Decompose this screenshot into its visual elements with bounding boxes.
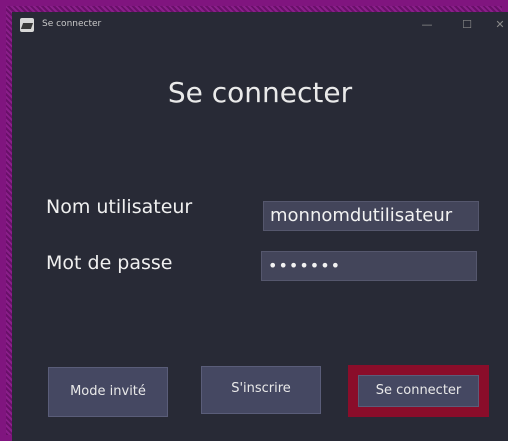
login-button[interactable]: Se connecter <box>358 375 479 407</box>
password-label: Mot de passe <box>46 252 173 274</box>
titlebar[interactable]: Se connecter — ☐ ✕ <box>12 12 508 40</box>
login-window: Se connecter — ☐ ✕ Se connecter Nom util… <box>12 12 508 441</box>
username-label: Nom utilisateur <box>46 196 193 218</box>
guest-mode-button[interactable]: Mode invité <box>48 367 168 417</box>
maximize-icon[interactable]: ☐ <box>457 16 477 34</box>
page-title: Se connecter <box>167 76 353 109</box>
window-frame: Se connecter — ☐ ✕ Se connecter Nom util… <box>0 0 508 441</box>
register-button[interactable]: S'inscrire <box>201 366 321 414</box>
username-field[interactable]: monnomdutilisateur <box>263 201 479 231</box>
minimize-icon[interactable]: — <box>417 16 437 34</box>
password-field[interactable]: ••••••• <box>261 251 477 281</box>
app-icon <box>20 18 34 32</box>
window-title: Se connecter <box>42 19 102 29</box>
login-button-focus-ring: Se connecter <box>348 365 489 417</box>
close-icon[interactable]: ✕ <box>490 16 508 34</box>
